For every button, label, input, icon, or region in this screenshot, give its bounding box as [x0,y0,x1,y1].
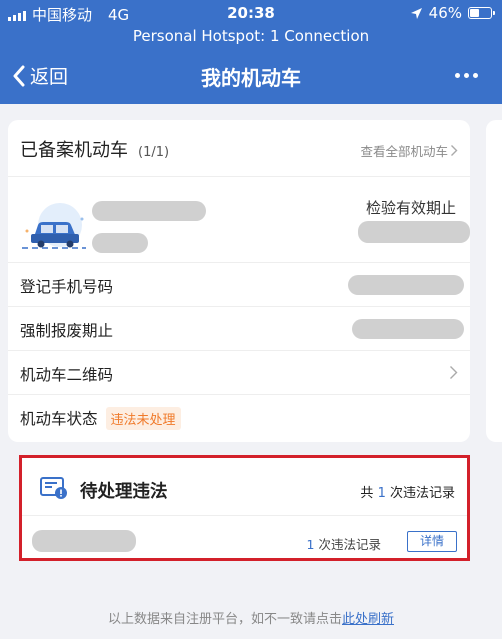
footer-note: 以上数据来自注册平台，如不一致请点击此处刷新 [0,608,502,627]
navbar: 返回 我的机动车 [0,48,502,104]
more-dots-icon[interactable] [455,73,478,78]
back-label: 返回 [30,66,69,88]
item-suffix: 次违法记录 [318,537,381,552]
status-right: 46% [410,4,495,22]
vehicle-status-label: 机动车状态 违法未处理 [20,407,181,430]
vehicle-card: 已备案机动车 (1/1) 查看全部机动车 检验有效期止 登记手机号码 强制报废期 [8,120,470,442]
hotspot-banner[interactable]: Personal Hotspot: 1 Connection [0,26,502,48]
view-all-vehicles-link[interactable]: 查看全部机动车 [360,141,458,160]
qr-code-label: 机动车二维码 [20,366,114,384]
status-badge: 违法未处理 [105,407,181,430]
car-icon [22,203,86,249]
violation-item[interactable]: 1 次违法记录 详情 [22,516,467,558]
card-header: 已备案机动车 (1/1) 查看全部机动车 [20,136,458,162]
status-label-text: 机动车状态 [20,410,98,428]
scrap-date-label: 强制报废期止 [20,322,114,340]
page-title: 我的机动车 [201,66,301,90]
violation-count: 1 次违法记录 [307,534,381,553]
phone-row: 登记手机号码 [8,262,470,306]
refresh-link[interactable]: 此处刷新 [342,612,394,627]
violation-document-icon [40,477,67,499]
next-card-peek[interactable] [486,120,502,442]
total-prefix: 共 [360,486,374,501]
scrap-date-row: 强制报废期止 [8,306,470,350]
item-count: 1 [306,537,315,552]
vehicle-count: (1/1) [138,145,170,160]
chevron-right-icon [450,366,458,379]
total-count: 1 [377,486,386,501]
back-button[interactable]: 返回 [12,62,68,89]
redacted-inspection-date [358,221,470,243]
total-suffix: 次违法记录 [389,486,455,501]
status-bar: 中国移动 4G 20:38 46% [0,0,502,26]
phone-label: 登记手机号码 [20,278,114,296]
inspection-label: 检验有效期止 [365,199,456,217]
qr-code-row[interactable]: 机动车二维码 [8,350,470,394]
battery-percent: 46% [428,4,462,22]
violations-total: 共 1 次违法记录 [360,482,455,501]
violations-title: 待处理违法 [80,482,168,502]
footer-text: 以上数据来自注册平台，如不一致请点击 [107,612,342,627]
redacted-scrap-date [352,319,464,339]
redacted-plate-number [32,530,136,552]
card-title: 已备案机动车 [20,140,128,161]
vehicle-summary[interactable]: 检验有效期止 [8,176,470,262]
redacted-phone [348,275,464,295]
vehicle-status-row: 机动车状态 违法未处理 [8,394,470,438]
chevron-right-icon [451,145,458,156]
redacted-vehicle-type [92,233,148,253]
chevron-left-icon [13,65,25,86]
battery-icon [468,7,495,19]
pending-violations-panel: 待处理违法 共 1 次违法记录 1 次违法记录 详情 [19,455,470,561]
violations-header: 待处理违法 共 1 次违法记录 [22,458,467,516]
details-button[interactable]: 详情 [407,531,457,552]
view-all-label: 查看全部机动车 [360,144,448,159]
location-arrow-icon [410,7,422,19]
redacted-plate-number [92,201,206,221]
